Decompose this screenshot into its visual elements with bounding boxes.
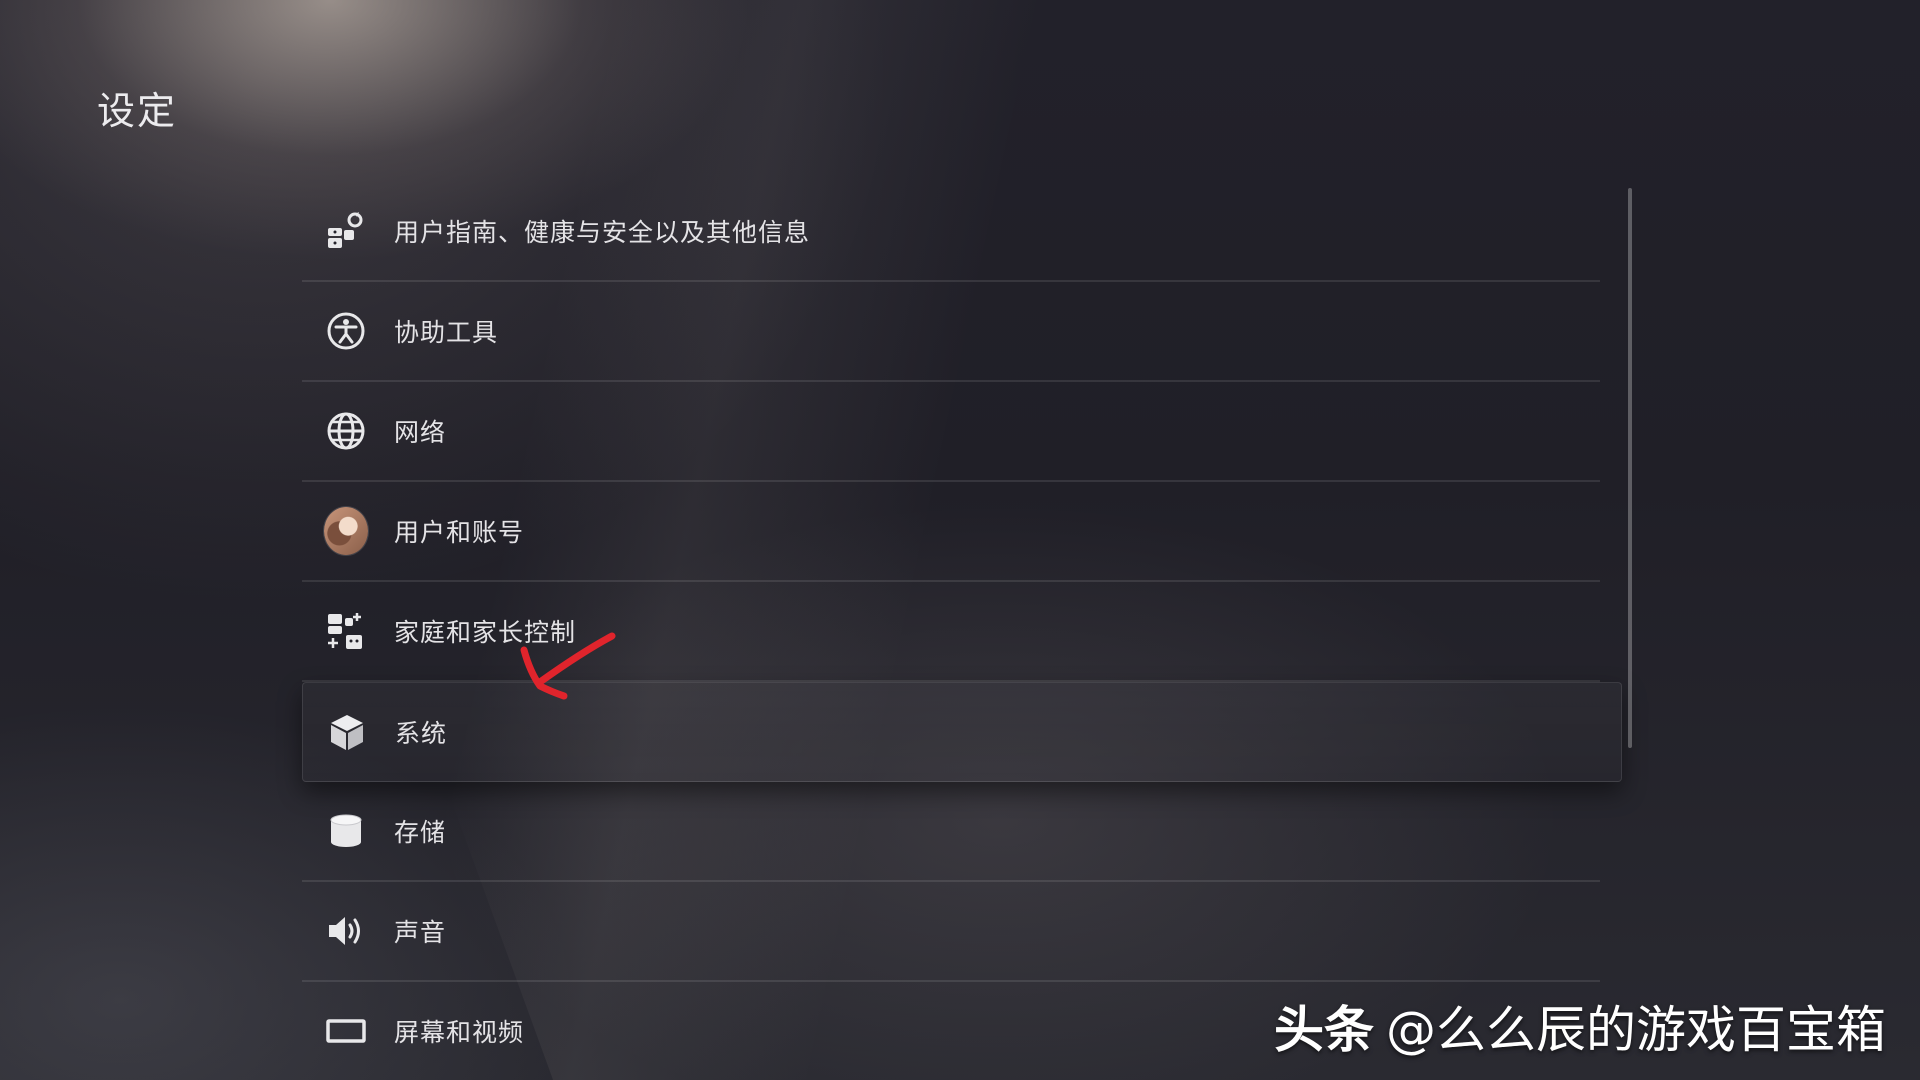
menu-item-label: 协助工具 [394,318,499,347]
scrollbar[interactable] [1628,188,1632,748]
watermark-brand: 头条 [1274,1001,1374,1059]
menu-item-label: 声音 [394,918,447,947]
family-icon [324,609,368,653]
page-title: 设定 [97,89,178,133]
menu-item-network[interactable]: 网络 [302,382,1600,482]
menu-item-label: 用户和账号 [394,518,525,547]
cube-icon [325,710,369,754]
menu-item-family[interactable]: 家庭和家长控制 [302,582,1600,682]
globe-icon [324,409,368,453]
menu-item-label: 屏幕和视频 [394,1018,525,1047]
menu-item-label: 用户指南、健康与安全以及其他信息 [394,218,811,247]
menu-item-sound[interactable]: 声音 [302,882,1600,982]
watermark-handle: @么么辰的游戏百宝箱 [1386,1001,1886,1059]
screen-icon [324,1009,368,1053]
red-arrow-annotation [520,632,616,700]
menu-item-label: 系统 [395,719,448,748]
watermark: 头条 @么么辰的游戏百宝箱 [1274,990,1886,1062]
accessibility-icon [324,309,368,353]
menu-item-users-accounts[interactable]: 用户和账号 [302,482,1600,582]
menu-item-user-guide[interactable]: 用户指南、健康与安全以及其他信息 [302,182,1600,282]
menu-item-storage[interactable]: 存储 [302,782,1600,882]
menu-item-label: 存储 [394,818,447,847]
storage-icon [324,809,368,853]
avatar [324,507,368,555]
menu-item-accessibility[interactable]: 协助工具 [302,282,1600,382]
menu-item-system[interactable]: 系统 [302,682,1622,782]
speaker-icon [324,909,368,953]
menu-item-label: 网络 [394,418,447,447]
user-guide-icon [324,209,368,253]
settings-menu: 用户指南、健康与安全以及其他信息 协助工具 网络 用户和账号 家庭和家长控制 系… [302,182,1622,1080]
